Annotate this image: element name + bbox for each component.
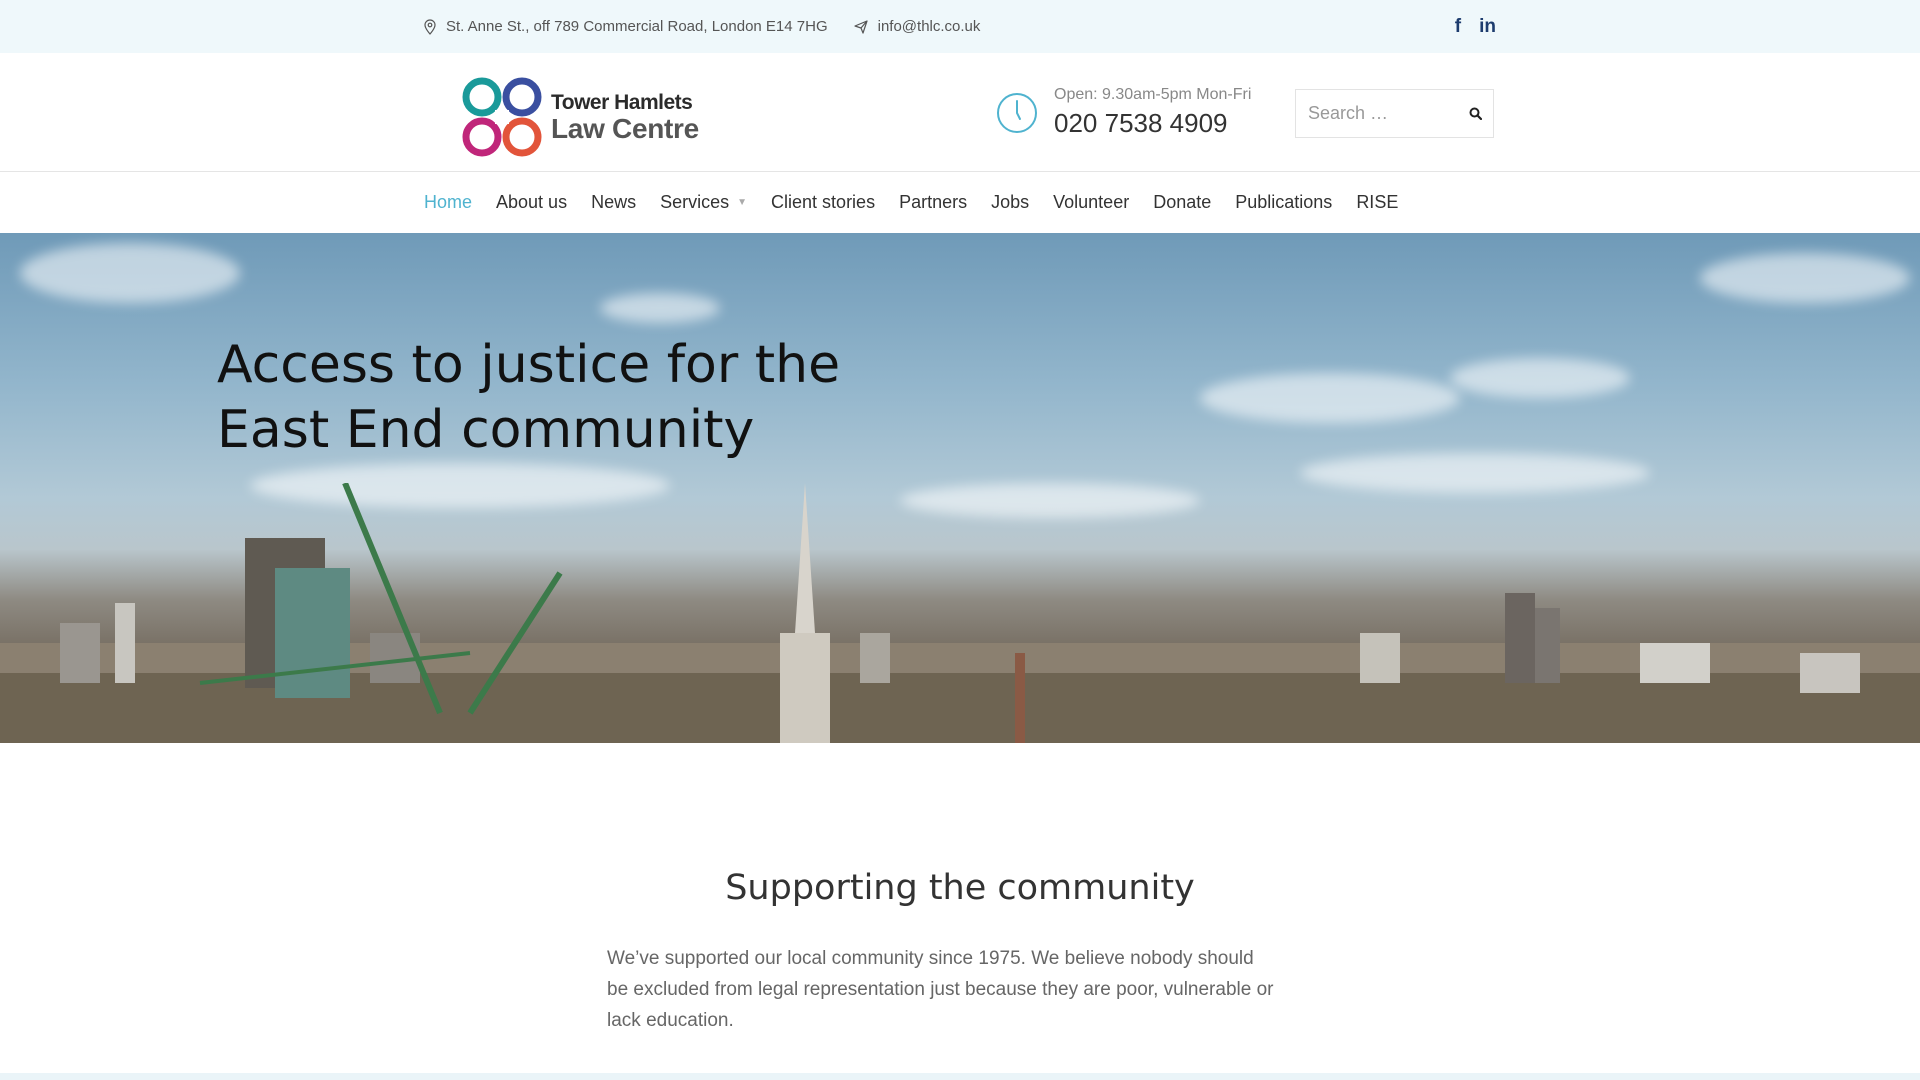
hero-banner: Access to justice for the East End commu…	[0, 233, 1920, 743]
main-nav: Home About us News Services ▼ Client stor…	[0, 172, 1920, 233]
nav-donate[interactable]: Donate	[1153, 192, 1211, 213]
hero-heading: Access to justice for the East End commu…	[217, 333, 857, 463]
cloud	[20, 243, 240, 303]
nav-about-us[interactable]: About us	[496, 192, 567, 213]
hero-heading-line1: Access to justice for the	[217, 335, 841, 395]
nav-rise[interactable]: RISE	[1356, 192, 1398, 213]
nav-label: Jobs	[991, 192, 1030, 212]
facebook-icon[interactable]: f	[1455, 16, 1461, 38]
paper-plane-icon	[854, 19, 868, 34]
nav-label: Partners	[899, 192, 968, 212]
intro-section: Supporting the community We’ve supported…	[0, 743, 1920, 1080]
linkedin-icon[interactable]: in	[1479, 16, 1496, 38]
nav-news[interactable]: News	[591, 192, 636, 213]
logo-mark-icon	[462, 77, 542, 157]
logo-line2: Law Centre	[551, 112, 699, 144]
nav-label: Donate	[1153, 192, 1212, 212]
cloud	[1450, 358, 1630, 398]
phone-number[interactable]: 020 7538 4909	[1054, 108, 1251, 139]
nav-label: News	[591, 192, 637, 212]
search-input[interactable]	[1296, 102, 1457, 125]
nav-label: Services	[660, 192, 730, 212]
search-icon	[1469, 107, 1482, 120]
section-heading: Supporting the community	[725, 868, 1195, 908]
search-button[interactable]	[1457, 107, 1493, 120]
hero-heading-line2: East End community	[217, 400, 755, 460]
address-text: St. Anne St., off 789 Commercial Road, L…	[446, 18, 828, 35]
site-header: Tower Hamlets Law Centre Open: 9.30am-5p…	[0, 53, 1920, 172]
opening-hours: Open: 9.30am-5pm Mon-Fri 020 7538 4909	[996, 86, 1251, 139]
clock-icon	[997, 92, 1037, 133]
section-divider	[0, 1073, 1920, 1080]
email-link[interactable]: info@thlc.co.uk	[854, 18, 981, 35]
nav-services[interactable]: Services ▼	[660, 192, 747, 213]
search-form	[1295, 89, 1494, 138]
cloud	[600, 293, 720, 323]
nav-label: Publications	[1235, 192, 1333, 212]
nav-label: About us	[496, 192, 568, 212]
top-bar: St. Anne St., off 789 Commercial Road, L…	[0, 0, 1920, 53]
nav-label: Home	[424, 192, 473, 212]
logo-line1: Tower Hamlets	[551, 90, 693, 114]
cloud	[1200, 373, 1460, 423]
hours-text: Open: 9.30am-5pm Mon-Fri	[1054, 86, 1252, 103]
social-links: f in	[1455, 16, 1496, 38]
nav-volunteer[interactable]: Volunteer	[1053, 192, 1129, 213]
nav-client-stories[interactable]: Client stories	[771, 192, 875, 213]
nav-label: Volunteer	[1053, 192, 1130, 212]
nav-jobs[interactable]: Jobs	[991, 192, 1029, 213]
city-skyline-image	[0, 483, 1920, 743]
cloud	[1700, 253, 1910, 303]
nav-publications[interactable]: Publications	[1235, 192, 1332, 213]
email-text[interactable]: info@thlc.co.uk	[878, 18, 981, 35]
nav-partners[interactable]: Partners	[899, 192, 967, 213]
map-pin-icon	[424, 18, 436, 35]
site-logo[interactable]: Tower Hamlets Law Centre	[459, 74, 699, 160]
nav-label: Client stories	[771, 192, 876, 212]
chevron-down-icon: ▼	[737, 197, 748, 208]
nav-home[interactable]: Home	[424, 192, 472, 213]
address: St. Anne St., off 789 Commercial Road, L…	[424, 18, 828, 35]
section-paragraph: We’ve supported our local community sinc…	[607, 948, 1274, 1031]
nav-label: RISE	[1356, 192, 1399, 212]
